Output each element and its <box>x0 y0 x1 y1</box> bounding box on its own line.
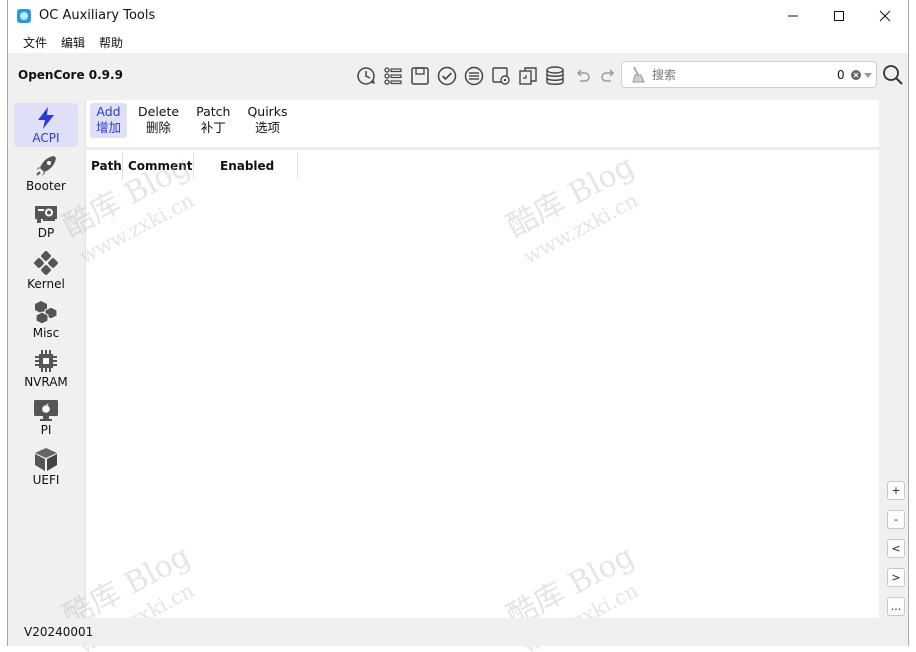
undo-button[interactable] <box>568 63 595 89</box>
close-icon <box>879 10 891 21</box>
sidebar-item-misc[interactable]: Misc <box>14 298 78 342</box>
minimize-button[interactable] <box>770 0 816 31</box>
broom-icon[interactable] <box>630 66 646 84</box>
tab-label-zh: 补丁 <box>200 120 226 135</box>
gpu-card-icon <box>35 206 57 223</box>
copy-icon <box>518 67 537 85</box>
tab-patch[interactable]: Patch 补丁 <box>190 103 236 138</box>
minimize-icon <box>788 15 798 16</box>
tab-label-en: Delete <box>138 104 180 119</box>
database-icon <box>545 66 564 85</box>
sidebar-item-label: DP <box>37 226 55 240</box>
sidebar-item-uefi[interactable]: UEFI <box>14 445 78 489</box>
status-bar: V20240001 <box>8 618 908 646</box>
tab-add[interactable]: Add 增加 <box>90 103 128 138</box>
chip-icon <box>35 350 57 372</box>
search-input[interactable] <box>652 66 822 84</box>
title-bar: OC Auxiliary Tools <box>8 0 908 31</box>
column-header-enabled[interactable]: Enabled <box>194 152 298 179</box>
tab-label-en: Patch <box>196 104 231 119</box>
redo-icon <box>600 69 614 82</box>
sidebar-item-dp[interactable]: DP <box>14 201 78 243</box>
sidebar-item-kernel[interactable]: Kernel <box>14 249 78 293</box>
list-circle-icon <box>464 66 483 86</box>
redo-button[interactable] <box>595 63 622 89</box>
tab-label-zh: 增加 <box>96 120 122 135</box>
menu-file[interactable]: 文件 <box>16 34 54 51</box>
menu-edit[interactable]: 编辑 <box>54 34 92 51</box>
menu-help[interactable]: 帮助 <box>92 34 130 51</box>
tab-label-en: Quirks <box>247 104 288 119</box>
sidebar-item-label: Booter <box>26 179 66 193</box>
sidebar-item-label: ACPI <box>32 131 60 145</box>
list-icon <box>383 67 402 85</box>
clear-icon[interactable] <box>851 70 861 80</box>
more-button[interactable]: ... <box>887 597 905 616</box>
config-button[interactable] <box>487 63 514 89</box>
history-button[interactable] <box>352 63 379 89</box>
copy-button[interactable] <box>514 63 541 89</box>
save-button[interactable] <box>406 63 433 89</box>
column-header-comment[interactable]: Comment <box>123 152 194 179</box>
move-right-button[interactable]: > <box>887 568 905 587</box>
sidebar-item-label: Misc <box>32 326 60 340</box>
sidebar-item-label: PI <box>40 423 52 437</box>
sidebar-item-pi[interactable]: PI <box>14 396 78 440</box>
column-header-path[interactable]: Path <box>86 152 123 179</box>
sidebar-item-label: UEFI <box>32 473 60 487</box>
kernel-icon <box>34 251 58 275</box>
sidebar-item-label: NVRAM <box>24 375 68 389</box>
maximize-button[interactable] <box>816 0 862 31</box>
history-icon <box>356 67 375 85</box>
undo-icon <box>576 69 590 82</box>
build-version: V20240001 <box>24 625 94 639</box>
tab-label-zh: 选项 <box>254 120 280 135</box>
table-body[interactable] <box>86 180 880 618</box>
validate-button[interactable] <box>433 63 460 89</box>
misc-icon <box>35 301 58 325</box>
move-left-button[interactable]: < <box>887 539 905 558</box>
add-row-button[interactable]: + <box>887 481 905 500</box>
app-window: OC Auxiliary Tools 文件 编辑 帮助 OpenCore 0.9… <box>7 0 909 652</box>
window-title: OC Auxiliary Tools <box>39 8 156 23</box>
close-button[interactable] <box>862 0 908 31</box>
tab-label-en: Add <box>96 104 121 119</box>
sidebar-item-booter[interactable]: Booter <box>14 152 78 196</box>
content-panel: Add 增加 Delete 删除 Patch 补丁 Quirks 选项 Path… <box>57 100 880 652</box>
app-icon <box>17 8 31 23</box>
cube-icon <box>35 448 57 471</box>
list-button[interactable] <box>379 63 406 89</box>
apple-monitor-icon <box>34 400 58 421</box>
sidebar-item-label: Kernel <box>27 277 65 291</box>
chevron-down-icon[interactable] <box>864 73 872 79</box>
sidebar-item-acpi[interactable]: ACPI <box>14 103 78 147</box>
bolt-icon <box>38 107 54 129</box>
tab-quirks[interactable]: Quirks 选项 <box>241 103 293 138</box>
sidebar-item-nvram[interactable]: NVRAM <box>14 347 78 391</box>
save-icon <box>410 67 429 85</box>
tab-label-zh: 删除 <box>146 120 172 135</box>
search-icon[interactable] <box>882 64 904 86</box>
search-result-count: 0 <box>837 68 845 82</box>
opencore-version: OpenCore 0.9.9 <box>18 68 123 82</box>
remove-row-button[interactable]: - <box>887 510 905 529</box>
maximize-icon <box>834 10 844 21</box>
menu-bar: 文件 编辑 帮助 <box>8 31 908 53</box>
search-box: 0 <box>621 61 877 88</box>
tab-bar: Add 增加 Delete 删除 Patch 补丁 Quirks 选项 <box>90 103 299 138</box>
table-header: Path Comment Enabled <box>86 152 298 179</box>
database-button[interactable] <box>541 63 568 89</box>
config-icon <box>491 67 510 85</box>
check-icon <box>437 66 456 86</box>
sidebar: ACPI Booter DP Kernel Misc NVRAM PI UEFI <box>13 100 83 610</box>
rocket-icon <box>36 156 56 176</box>
toolbar: OpenCore 0.9.9 搜索 0 <box>8 53 908 99</box>
tab-delete[interactable]: Delete 删除 <box>132 103 185 138</box>
list-circle-button[interactable] <box>460 63 487 89</box>
tab-separator <box>86 147 880 150</box>
